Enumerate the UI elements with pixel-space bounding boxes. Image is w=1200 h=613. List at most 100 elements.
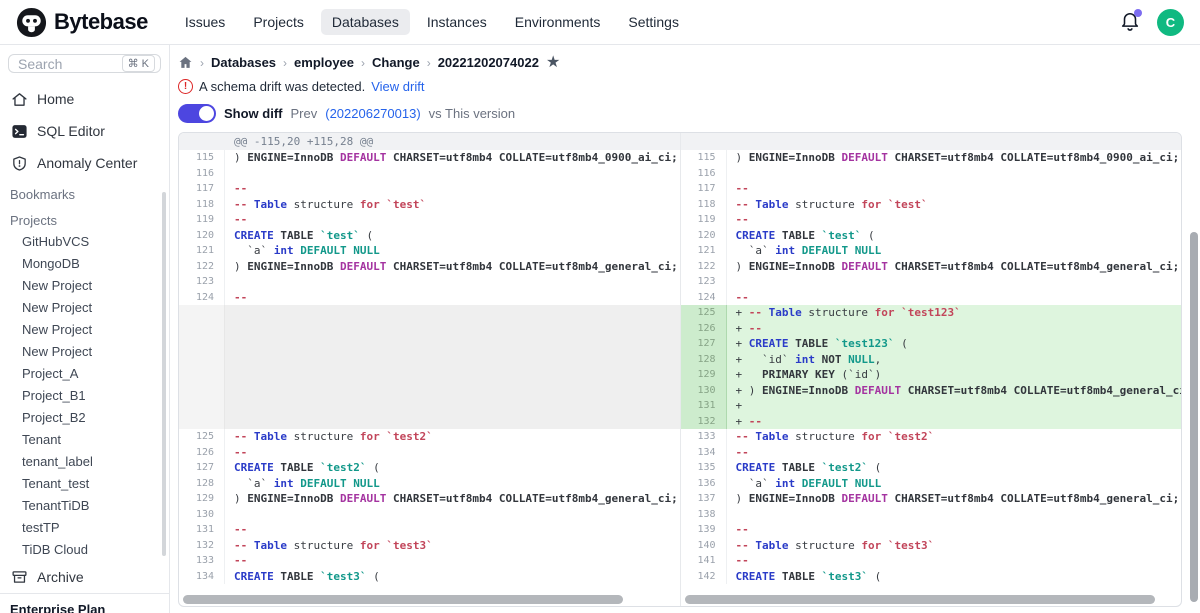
diff-row: 116 bbox=[681, 166, 1182, 182]
line-number: 137 bbox=[681, 491, 727, 507]
code-line: + -- bbox=[727, 321, 1182, 337]
sidebar-project-testtp[interactable]: testTP bbox=[0, 517, 169, 539]
nav-item-settings[interactable]: Settings bbox=[617, 9, 690, 35]
nav-item-databases[interactable]: Databases bbox=[321, 9, 410, 35]
diff-row: 115) ENGINE=InnoDB DEFAULT CHARSET=utf8m… bbox=[681, 150, 1182, 166]
breadcrumb-home-icon[interactable] bbox=[178, 55, 193, 70]
line-number: 119 bbox=[179, 212, 225, 228]
breadcrumb-change[interactable]: Change bbox=[372, 55, 420, 70]
shield-icon bbox=[10, 154, 28, 172]
sidebar-project-new-project-2[interactable]: New Project bbox=[0, 297, 169, 319]
sidebar-project-mongodb[interactable]: MongoDB bbox=[0, 253, 169, 275]
code-line: `a` int DEFAULT NULL bbox=[727, 243, 1182, 259]
search-placeholder: Search bbox=[18, 56, 122, 72]
line-number: 124 bbox=[179, 290, 225, 306]
line-number: 127 bbox=[179, 460, 225, 476]
line-number: 141 bbox=[681, 553, 727, 569]
user-avatar[interactable]: C bbox=[1157, 9, 1184, 36]
line-number: 128 bbox=[681, 352, 727, 368]
breadcrumb-version[interactable]: 20221202074022 bbox=[438, 55, 539, 70]
sidebar-project-tenanttidb[interactable]: TenantTiDB bbox=[0, 495, 169, 517]
sidebar-item-label: Home bbox=[37, 91, 74, 107]
code-line: ) ENGINE=InnoDB DEFAULT CHARSET=utf8mb4 … bbox=[727, 150, 1182, 166]
sidebar-project-tenant-test[interactable]: Tenant_test bbox=[0, 473, 169, 495]
line-number: 129 bbox=[681, 367, 727, 383]
sidebar-item-label: SQL Editor bbox=[37, 123, 105, 139]
search-shortcut-badge: ⌘ K bbox=[122, 55, 155, 72]
prev-version-link[interactable]: (202206270013) bbox=[325, 106, 420, 121]
bytebase-logo[interactable]: Bytebase bbox=[16, 7, 148, 38]
diff-row: 117-- bbox=[681, 181, 1182, 197]
line-number: 131 bbox=[681, 398, 727, 414]
code-line: CREATE TABLE `test2` ( bbox=[727, 460, 1182, 476]
code-line: -- Table structure for `test3` bbox=[727, 538, 1182, 554]
sidebar-project-project-b1[interactable]: Project_B1 bbox=[0, 385, 169, 407]
code-line: -- bbox=[225, 522, 680, 538]
diff-row: 119-- bbox=[179, 212, 680, 228]
line-number: 139 bbox=[681, 522, 727, 538]
scrollbar-thumb[interactable] bbox=[685, 595, 1155, 604]
sidebar-item-sql-editor[interactable]: SQL Editor bbox=[0, 116, 169, 146]
diff-row: 122) ENGINE=InnoDB DEFAULT CHARSET=utf8m… bbox=[179, 259, 680, 275]
code-line: `a` int DEFAULT NULL bbox=[225, 243, 680, 259]
diff-row: 140-- Table structure for `test3` bbox=[681, 538, 1182, 554]
code-line: + `id` int NOT NULL, bbox=[727, 352, 1182, 368]
diff-row-added: 130+ ) ENGINE=InnoDB DEFAULT CHARSET=utf… bbox=[681, 383, 1182, 399]
code-line bbox=[727, 166, 1182, 182]
bookmark-star-icon[interactable]: ★ bbox=[546, 56, 560, 69]
nav-item-projects[interactable]: Projects bbox=[242, 9, 315, 35]
breadcrumb-employee[interactable]: employee bbox=[294, 55, 354, 70]
diff-row: 133-- bbox=[179, 553, 680, 569]
breadcrumb-separator: › bbox=[283, 56, 287, 70]
sidebar-item-archive[interactable]: Archive bbox=[0, 562, 169, 592]
diff-row: 129) ENGINE=InnoDB DEFAULT CHARSET=utf8m… bbox=[179, 491, 680, 507]
sidebar-section-bookmarks[interactable]: Bookmarks bbox=[0, 179, 169, 205]
line-number: 129 bbox=[179, 491, 225, 507]
sidebar-project-tidb-cloud[interactable]: TiDB Cloud bbox=[0, 539, 169, 561]
code-line bbox=[225, 305, 680, 429]
sidebar: Search ⌘ K Home SQL Editor Anomaly Cente… bbox=[0, 45, 170, 613]
sidebar-project-new-project-1[interactable]: New Project bbox=[0, 275, 169, 297]
code-line bbox=[727, 133, 1182, 150]
diff-row: 123 bbox=[179, 274, 680, 290]
diff-row: 120CREATE TABLE `test` ( bbox=[179, 228, 680, 244]
diff-row: 115) ENGINE=InnoDB DEFAULT CHARSET=utf8m… bbox=[179, 150, 680, 166]
show-diff-label: Show diff bbox=[224, 106, 283, 121]
scrollbar-thumb[interactable] bbox=[183, 595, 623, 604]
diff-row: 135CREATE TABLE `test2` ( bbox=[681, 460, 1182, 476]
line-number: 120 bbox=[681, 228, 727, 244]
sidebar-scrollbar[interactable] bbox=[162, 192, 166, 556]
line-number: 140 bbox=[681, 538, 727, 554]
right-horizontal-scrollbar bbox=[681, 593, 1182, 606]
line-number: 130 bbox=[179, 507, 225, 523]
line-number: 134 bbox=[681, 445, 727, 461]
code-line: + -- Table structure for `test123` bbox=[727, 305, 1182, 321]
sidebar-project-githubvcs[interactable]: GitHubVCS bbox=[0, 231, 169, 253]
nav-item-environments[interactable]: Environments bbox=[504, 9, 612, 35]
sidebar-project-project-b2[interactable]: Project_B2 bbox=[0, 407, 169, 429]
sidebar-item-anomaly-center[interactable]: Anomaly Center bbox=[0, 148, 169, 178]
line-number: 136 bbox=[681, 476, 727, 492]
page-scrollbar[interactable] bbox=[1190, 232, 1198, 602]
nav-item-instances[interactable]: Instances bbox=[416, 9, 498, 35]
sidebar-project-tenant[interactable]: Tenant bbox=[0, 429, 169, 451]
show-diff-toggle[interactable] bbox=[178, 104, 216, 123]
diff-row: 126-- bbox=[179, 445, 680, 461]
sidebar-item-home[interactable]: Home bbox=[0, 84, 169, 114]
nav-item-issues[interactable]: Issues bbox=[174, 9, 236, 35]
line-number: 116 bbox=[681, 166, 727, 182]
sidebar-project-new-project-4[interactable]: New Project bbox=[0, 341, 169, 363]
sidebar-section-projects[interactable]: Projects bbox=[0, 205, 169, 231]
sidebar-project-tenant-label[interactable]: tenant_label bbox=[0, 451, 169, 473]
sidebar-project-new-project-3[interactable]: New Project bbox=[0, 319, 169, 341]
code-line: ) ENGINE=InnoDB DEFAULT CHARSET=utf8mb4 … bbox=[225, 150, 680, 166]
breadcrumb-databases[interactable]: Databases bbox=[211, 55, 276, 70]
view-drift-link[interactable]: View drift bbox=[371, 79, 424, 94]
search-input[interactable]: Search ⌘ K bbox=[8, 54, 161, 73]
line-number bbox=[681, 133, 727, 150]
notification-bell-icon[interactable] bbox=[1119, 11, 1141, 33]
sidebar-project-project-a[interactable]: Project_A bbox=[0, 363, 169, 385]
line-number: 115 bbox=[681, 150, 727, 166]
diff-row-added: 126+ -- bbox=[681, 321, 1182, 337]
diff-row: 133-- Table structure for `test2` bbox=[681, 429, 1182, 445]
